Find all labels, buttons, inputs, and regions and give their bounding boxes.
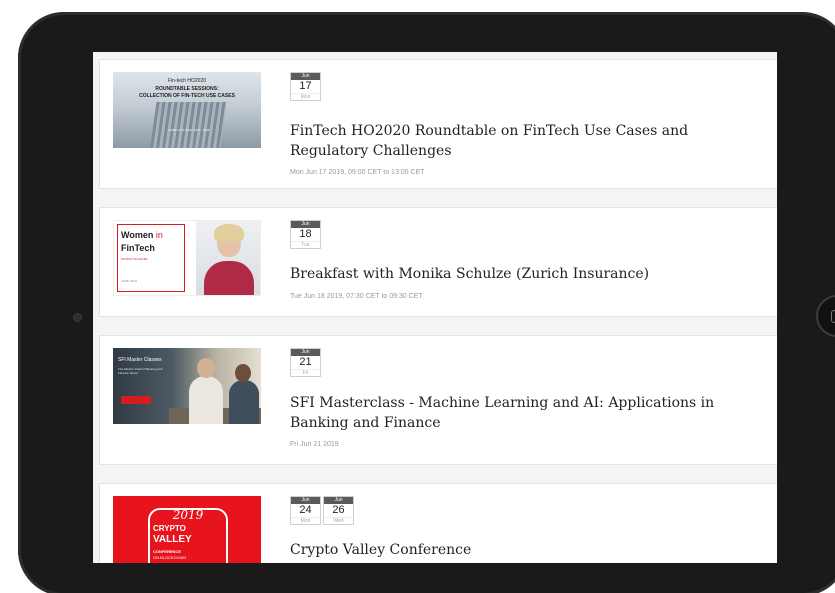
speaker-photo	[196, 221, 260, 295]
date-day: 26	[332, 504, 345, 516]
building-image	[149, 102, 227, 148]
event-thumbnail[interactable]: Fin-tech HO2020 ROUNDTABLE SESSIONS: COL…	[113, 72, 261, 148]
date-day: 21	[299, 356, 312, 368]
home-square-icon	[831, 310, 835, 323]
event-datetime: Fri Jun 21 2019	[290, 441, 339, 448]
date-badge: Jun 26 Wed	[323, 496, 354, 525]
date-weekday: Fri	[291, 369, 320, 376]
date-badge: Jun 21 Fri	[290, 348, 321, 377]
thumb-heading: SFI Master Classes	[118, 357, 162, 363]
thumb-word: FinTech	[121, 243, 155, 253]
thumb-word-women: Women	[121, 230, 154, 240]
date-weekday: Mon	[291, 517, 320, 524]
date-day: 17	[299, 80, 312, 92]
thumb-small-text: MONIKA SCHULZE	[121, 257, 148, 261]
date-badge: Jun 18 Tue	[290, 220, 321, 249]
date-badges: Jun 18 Tue	[290, 220, 321, 249]
event-thumbnail[interactable]: 2019 CRYPTO VALLEY CONFERENCE ON BLOCKCH…	[113, 496, 261, 563]
event-list: Fin-tech HO2020 ROUNDTABLE SESSIONS: COL…	[93, 52, 777, 563]
thumb-button	[121, 396, 151, 404]
event-datetime: Tue Jun 18 2019, 07:30 CET to 09:30 CET	[290, 293, 423, 300]
event-title[interactable]: Crypto Valley Conference	[290, 540, 770, 560]
date-month: Jun	[291, 221, 320, 228]
date-badges: Jun 17 Mon	[290, 72, 321, 101]
event-title[interactable]: Breakfast with Monika Schulze (Zurich In…	[290, 264, 770, 284]
thumb-line: ON BLOCKCHAIN	[153, 555, 187, 560]
event-card[interactable]: 2019 CRYPTO VALLEY CONFERENCE ON BLOCKCH…	[99, 483, 777, 563]
date-month: Jun	[291, 349, 320, 356]
thumb-line: ROUNDTABLE SESSIONS:	[155, 86, 219, 92]
thumb-subtext: The Modern Field of Banking and Finance …	[118, 367, 163, 375]
event-thumbnail[interactable]: Women in FinTech MONIKA SCHULZE JUNE 18T…	[113, 220, 261, 296]
event-card[interactable]: Fin-tech HO2020 ROUNDTABLE SESSIONS: COL…	[99, 59, 777, 189]
event-card[interactable]: SFI Master Classes The Modern Field of B…	[99, 335, 777, 465]
thumb-foot-text: JUNE 18TH	[121, 279, 138, 283]
date-badges: Jun 24 Mon Jun 26 Wed	[290, 496, 354, 525]
date-badge: Jun 24 Mon	[290, 496, 321, 525]
thumb-word-in: in	[155, 230, 163, 240]
thumb-small-text: JUNE 17TH 2019 | 9:00 - 13:00	[168, 128, 210, 132]
event-thumbnail[interactable]: SFI Master Classes The Modern Field of B…	[113, 348, 261, 424]
thumb-word: Women in	[121, 230, 163, 240]
event-title[interactable]: FinTech HO2020 Roundtable on FinTech Use…	[290, 121, 770, 161]
date-weekday: Tue	[291, 241, 320, 248]
home-button[interactable]	[816, 295, 835, 337]
thumb-line: Fin-tech HO2020	[167, 78, 207, 84]
date-badges: Jun 21 Fri	[290, 348, 321, 377]
thumb-line: COLLECTION OF FIN-TECH USE CASES	[139, 93, 235, 99]
date-day: 18	[299, 228, 312, 240]
date-badge: Jun 17 Mon	[290, 72, 321, 101]
date-day: 24	[299, 504, 312, 516]
event-title[interactable]: SFI Masterclass - Machine Learning and A…	[290, 393, 770, 433]
thumb-line: CRYPTO	[153, 524, 186, 533]
date-month: Jun	[291, 497, 320, 504]
camera-icon	[73, 313, 82, 322]
thumb-line: VALLEY	[153, 534, 192, 545]
date-month: Jun	[324, 497, 353, 504]
event-datetime: Mon Jun 17 2019, 09:00 CET to 13:00 CET	[290, 169, 425, 176]
event-card[interactable]: Women in FinTech MONIKA SCHULZE JUNE 18T…	[99, 207, 777, 317]
date-weekday: Wed	[324, 517, 353, 524]
date-month: Jun	[291, 73, 320, 80]
thumb-line: CONFERENCE	[153, 549, 182, 554]
thumb-year: 2019	[172, 508, 204, 522]
date-weekday: Mon	[291, 93, 320, 100]
